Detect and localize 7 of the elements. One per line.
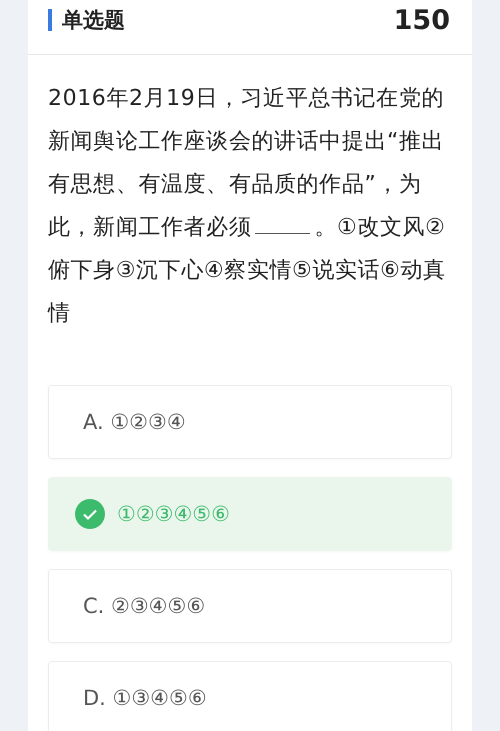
question-type-title: 单选题 [62, 7, 125, 34]
answer-option[interactable]: C. ②③④⑤⑥ [48, 569, 452, 643]
question-text: 2016年2月19日，习近平总书记在党的新闻舆论工作座谈会的讲话中提出“推出有思想、有温度、有品质的作品”，为此，新闻工作者必须 。①改文风②俯下身③沉下心④察实情⑤说实话⑥动真情 [48, 85, 447, 328]
answer-option[interactable]: D. ①③④⑤⑥ [48, 661, 452, 731]
check-icon [75, 499, 105, 529]
question-number: 150 [394, 4, 450, 36]
answer-option[interactable]: A. ①②③④ [48, 385, 452, 459]
